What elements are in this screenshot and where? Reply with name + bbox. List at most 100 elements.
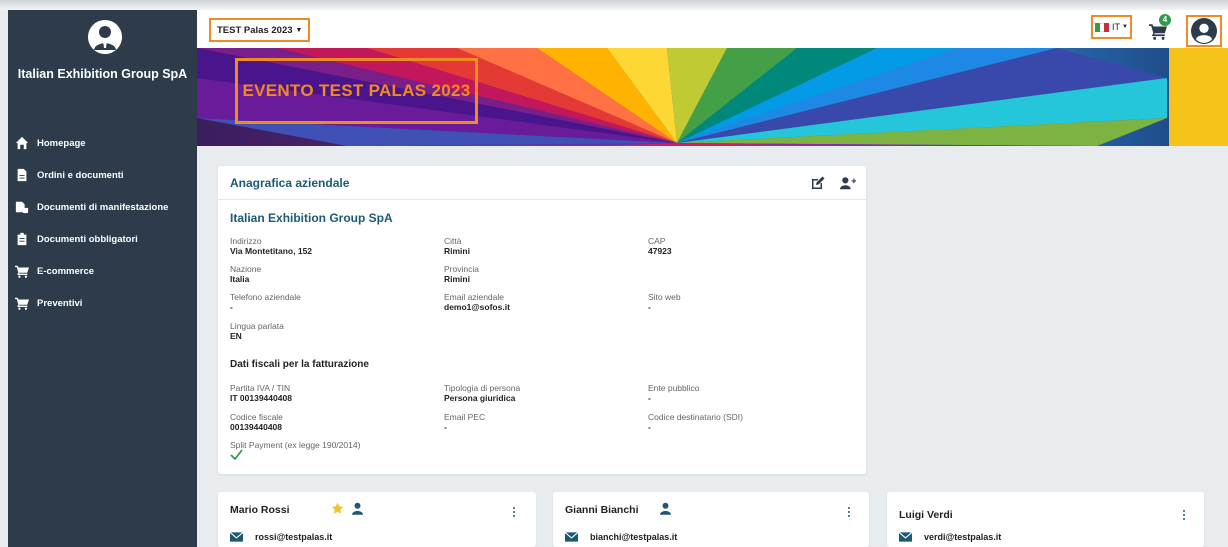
field-label: Telefono aziendale bbox=[230, 292, 301, 302]
contact-badges bbox=[660, 502, 671, 515]
field-value: demo1@sofos.it bbox=[444, 302, 510, 312]
field-value: Rimini bbox=[444, 274, 470, 284]
field-ente: Ente pubblico - bbox=[648, 383, 700, 403]
envelope-icon bbox=[230, 532, 243, 542]
envelope-icon bbox=[565, 532, 578, 542]
caret-down-icon: ▼ bbox=[1122, 24, 1128, 30]
card-actions bbox=[810, 175, 856, 191]
user-circle-icon bbox=[1191, 18, 1217, 44]
field-label: Provincia bbox=[444, 264, 479, 274]
field-value: - bbox=[648, 422, 651, 432]
contact-badges bbox=[331, 502, 363, 515]
field-value: 47923 bbox=[648, 246, 672, 256]
language-label: IT bbox=[1112, 22, 1121, 32]
contact-email-text[interactable]: bianchi@testpalas.it bbox=[590, 532, 677, 542]
contact-name: Luigi Verdi bbox=[899, 509, 953, 521]
sidebar-item-ordini[interactable]: Ordini e documenti bbox=[8, 159, 197, 191]
top-shade bbox=[0, 0, 1228, 10]
contact-email: rossi@testpalas.it bbox=[230, 532, 332, 542]
contact-menu-button[interactable] bbox=[511, 505, 517, 519]
company-card: Anagrafica aziendale Italian Exhibition … bbox=[218, 166, 866, 474]
field-cap: CAP 47923 bbox=[648, 236, 672, 256]
person-icon bbox=[88, 20, 122, 54]
contact-name: Mario Rossi bbox=[230, 504, 290, 516]
contact-email-text[interactable]: verdi@testpalas.it bbox=[924, 532, 1001, 542]
sidebar-item-documenti-obbligatori[interactable]: Documenti obbligatori bbox=[8, 223, 197, 255]
field-nazione: Nazione Italia bbox=[230, 264, 261, 284]
field-provincia: Provincia Rimini bbox=[444, 264, 479, 284]
field-label: Nazione bbox=[230, 264, 262, 274]
contact-card: Mario Rossi rossi@testpalas.it bbox=[218, 492, 536, 547]
field-label: Codice fiscale bbox=[230, 412, 283, 422]
field-value: IT 00139440408 bbox=[230, 393, 292, 403]
field-label: Email aziendale bbox=[444, 292, 505, 302]
field-label: Tipologia di persona bbox=[444, 383, 521, 393]
user-icon bbox=[352, 502, 363, 515]
card-title: Anagrafica aziendale bbox=[230, 176, 350, 190]
field-value: Via Montetitano, 152 bbox=[230, 246, 313, 256]
company-name: Italian Exhibition Group SpA bbox=[230, 211, 393, 225]
field-label: CAP bbox=[648, 236, 666, 246]
contact-menu-button[interactable] bbox=[1181, 508, 1187, 522]
field-value: 00139440408 bbox=[230, 422, 283, 432]
contact-menu-button[interactable] bbox=[846, 505, 852, 519]
field-piva: Partita IVA / TIN IT 00139440408 bbox=[230, 383, 292, 403]
cart-icon bbox=[13, 263, 31, 279]
clipboard-icon bbox=[13, 231, 31, 247]
sidebar-item-label: Documenti obbligatori bbox=[37, 233, 138, 245]
file-icon bbox=[13, 167, 31, 183]
field-telefono: Telefono aziendale - bbox=[230, 292, 301, 312]
contact-email: bianchi@testpalas.it bbox=[565, 532, 677, 542]
org-avatar bbox=[88, 20, 122, 54]
cart-button[interactable]: 4 bbox=[1149, 14, 1171, 40]
field-codice-fiscale: Codice fiscale 00139440408 bbox=[230, 412, 283, 432]
sidebar-item-label: Ordini e documenti bbox=[37, 169, 124, 181]
field-label: Codice destinatario (SDI) bbox=[648, 412, 743, 422]
field-citta: Città Rimini bbox=[444, 236, 470, 256]
field-label: Lingua parlata bbox=[230, 321, 284, 331]
field-pec: Email PEC - bbox=[444, 412, 485, 432]
field-sito: Sito web - bbox=[648, 292, 681, 312]
field-label: Città bbox=[444, 236, 462, 246]
sidebar-item-ecommerce[interactable]: E-commerce bbox=[8, 255, 197, 287]
checkmark-icon bbox=[230, 449, 243, 460]
sidebar-item-documenti-manifestazione[interactable]: Documenti di manifestazione bbox=[8, 191, 197, 223]
user-icon bbox=[660, 502, 671, 515]
field-value: Italia bbox=[230, 274, 250, 284]
event-selector[interactable]: TEST Palas 2023 ▼ bbox=[209, 18, 311, 42]
field-tipologia: Tipologia di persona Persona giuridica bbox=[444, 383, 520, 403]
sidebar-nav: Homepage Ordini e documenti Documenti di… bbox=[8, 127, 197, 319]
language-selector[interactable]: IT ▼ bbox=[1091, 15, 1132, 39]
field-label: Split Payment (ex legge 190/2014) bbox=[230, 440, 361, 450]
contact-card: Luigi Verdi verdi@testpalas.it bbox=[887, 492, 1204, 547]
field-sdi: Codice destinatario (SDI) - bbox=[648, 412, 743, 432]
profile-button[interactable] bbox=[1186, 15, 1222, 47]
field-value: EN bbox=[230, 331, 242, 341]
sidebar-item-preventivi[interactable]: Preventivi bbox=[8, 287, 197, 319]
field-value: Rimini bbox=[444, 246, 470, 256]
contact-card: Gianni Bianchi bianchi@testpalas.it bbox=[553, 492, 869, 547]
card-divider bbox=[218, 199, 866, 200]
top-bar: TEST Palas 2023 ▼ IT ▼ 4 bbox=[197, 10, 1228, 48]
field-value: - bbox=[444, 422, 447, 432]
sidebar-item-homepage[interactable]: Homepage bbox=[8, 127, 197, 159]
field-label: Partita IVA / TIN bbox=[230, 383, 291, 393]
field-value: - bbox=[648, 393, 651, 403]
sidebar-item-label: Documenti di manifestazione bbox=[37, 201, 169, 213]
caret-down-icon: ▼ bbox=[295, 26, 303, 34]
home-icon bbox=[13, 135, 31, 151]
field-label: Indirizzo bbox=[230, 236, 262, 246]
event-selector-label: TEST Palas 2023 bbox=[217, 24, 293, 36]
org-name: Italian Exhibition Group SpA bbox=[17, 67, 188, 81]
field-value: - bbox=[230, 302, 233, 312]
banner-title-box: EVENTO TEST PALAS 2023 bbox=[235, 58, 478, 124]
envelope-icon bbox=[899, 532, 912, 542]
field-email: Email aziendale demo1@sofos.it bbox=[444, 292, 510, 312]
contact-email-text[interactable]: rossi@testpalas.it bbox=[255, 532, 332, 542]
field-value: Persona giuridica bbox=[444, 393, 516, 403]
add-user-icon[interactable] bbox=[840, 175, 856, 191]
star-icon bbox=[331, 502, 344, 514]
contact-email: verdi@testpalas.it bbox=[899, 532, 1001, 542]
edit-icon[interactable] bbox=[810, 175, 826, 191]
cart-count-badge: 4 bbox=[1159, 14, 1171, 26]
